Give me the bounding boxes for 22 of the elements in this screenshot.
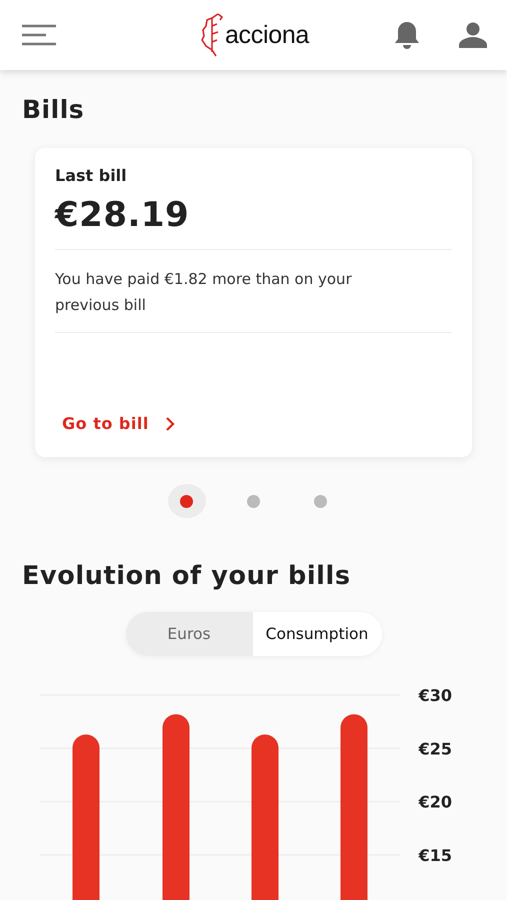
axis-label: €15	[418, 846, 452, 865]
person-icon	[458, 22, 487, 48]
chevron-icon	[164, 416, 175, 432]
toggle-tab[interactable]: Euros	[126, 612, 252, 656]
logo-text: acciona	[224, 20, 310, 50]
go-to-bill-link[interactable]: Go to bill	[55, 414, 175, 433]
axis-label: €30	[418, 686, 452, 705]
bill-amount: €28.19	[55, 195, 190, 235]
bell-icon	[392, 20, 421, 50]
carousel-dot[interactable]	[168, 484, 206, 518]
section-title: Evolution of your bills	[22, 560, 352, 592]
menu-button[interactable]	[22, 24, 56, 46]
bill-comparison-text: You have paid €1.82 more than on your previous bill	[55, 269, 353, 316]
axis-label: €20	[418, 792, 452, 812]
section-title: Bills	[22, 94, 86, 126]
notifications-button[interactable]	[392, 20, 421, 50]
axis-label: €25	[418, 739, 452, 758]
bill-label: Last bill	[55, 166, 128, 185]
leaf-icon	[200, 12, 224, 58]
profile-button[interactable]	[458, 22, 487, 48]
toggle-tab[interactable]: Consumption	[252, 612, 382, 656]
menu-icon	[22, 24, 56, 46]
